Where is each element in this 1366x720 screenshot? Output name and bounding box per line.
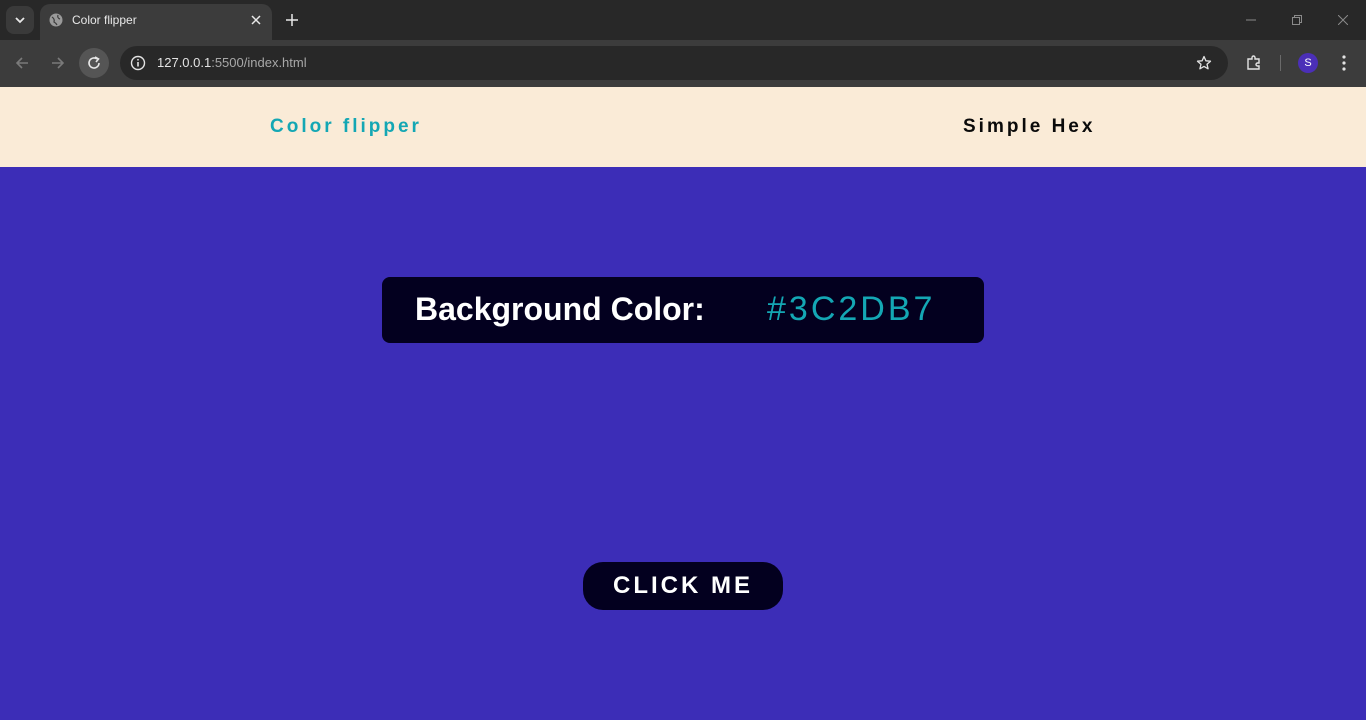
new-tab-button[interactable] bbox=[282, 10, 302, 30]
tab-list-button[interactable] bbox=[6, 6, 34, 34]
background-color-label: Background Color: bbox=[415, 291, 705, 327]
back-button[interactable] bbox=[7, 48, 37, 78]
globe-icon bbox=[49, 13, 63, 27]
brand-title: Color flipper bbox=[270, 116, 422, 137]
close-tab-button[interactable] bbox=[248, 12, 264, 28]
info-icon bbox=[130, 55, 146, 71]
simple-hex-link[interactable]: Simple Hex bbox=[963, 116, 1095, 138]
page-navbar: Color flipper Simple Hex bbox=[0, 87, 1366, 167]
browser-toolbar: 127.0.0.1:5500/index.html bbox=[0, 40, 1366, 87]
more-vertical-icon bbox=[1342, 55, 1346, 71]
bookmark-button[interactable] bbox=[1194, 53, 1214, 73]
tab-title: Color flipper bbox=[72, 13, 137, 27]
forward-button[interactable] bbox=[43, 48, 73, 78]
star-icon bbox=[1196, 55, 1212, 70]
restore-icon bbox=[1292, 15, 1302, 25]
browser-tab[interactable]: Color flipper bbox=[40, 4, 272, 40]
close-window-button[interactable] bbox=[1333, 10, 1353, 30]
click-me-button[interactable]: CLICK ME bbox=[583, 562, 783, 610]
color-display-box: Background Color: #3C2DB7 bbox=[382, 277, 984, 343]
minimize-button[interactable] bbox=[1241, 10, 1261, 30]
plus-icon bbox=[286, 14, 298, 26]
site-info-button[interactable] bbox=[128, 53, 148, 73]
extensions-button[interactable] bbox=[1244, 53, 1264, 73]
reload-icon bbox=[88, 56, 100, 69]
url-host: 127.0.0.1 bbox=[157, 55, 212, 70]
address-bar[interactable]: 127.0.0.1:5500/index.html bbox=[120, 46, 1228, 80]
puzzle-icon bbox=[1247, 55, 1260, 70]
restore-button[interactable] bbox=[1287, 10, 1307, 30]
browser-tab-bar: Color flipper bbox=[0, 0, 1366, 40]
close-icon bbox=[1338, 15, 1348, 25]
url-path: :5500/index.html bbox=[211, 55, 307, 70]
reload-button[interactable] bbox=[79, 48, 109, 78]
url-text: 127.0.0.1:5500/index.html bbox=[157, 55, 307, 70]
profile-avatar[interactable]: S bbox=[1298, 53, 1318, 73]
close-icon bbox=[251, 15, 261, 25]
back-arrow-icon bbox=[15, 57, 28, 69]
menu-button[interactable] bbox=[1334, 53, 1354, 73]
forward-arrow-icon bbox=[52, 57, 65, 69]
hex-color-value: #3C2DB7 bbox=[767, 290, 936, 328]
chevron-down-icon bbox=[15, 17, 25, 24]
toolbar-divider bbox=[1280, 55, 1281, 71]
minimize-icon bbox=[1246, 19, 1256, 21]
